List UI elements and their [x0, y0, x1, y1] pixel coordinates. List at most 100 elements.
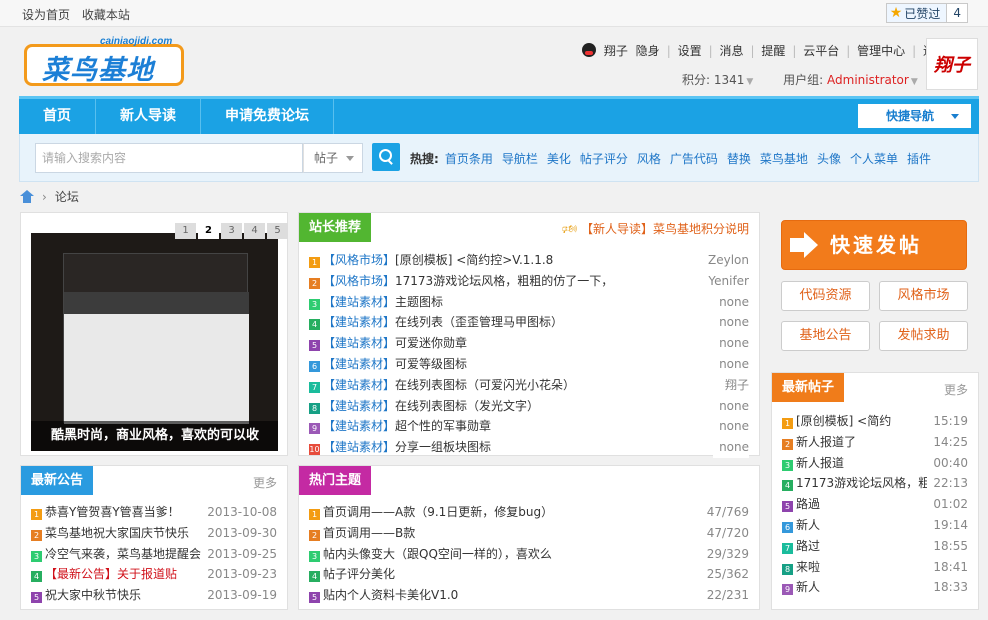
user-group-menu[interactable]: Administrator ▼: [827, 73, 918, 87]
search-button[interactable]: [372, 143, 400, 171]
category-tag[interactable]: 【风格市场】: [323, 253, 395, 267]
more-link[interactable]: 更多: [944, 381, 968, 398]
announcements-button[interactable]: 基地公告: [781, 321, 870, 351]
slide-page-button[interactable]: 5: [267, 223, 288, 239]
item-title[interactable]: 贴内个人资料卡美化V1.0: [323, 588, 458, 602]
slide-page-button[interactable]: 2: [198, 223, 219, 239]
nav-home[interactable]: 首页: [19, 99, 96, 134]
item-title[interactable]: 首页调用——A款（9.1日更新，修复bug）: [323, 505, 553, 519]
slide-page-button[interactable]: 1: [175, 223, 196, 239]
item-title[interactable]: 可爱迷你勋章: [395, 336, 467, 350]
category-tag[interactable]: 【建站素材】: [323, 336, 395, 350]
bookmark-link[interactable]: 收藏本站: [82, 8, 130, 22]
item-title[interactable]: 在线列表图标（发光文字）: [395, 399, 539, 413]
hot-search-link[interactable]: 插件: [907, 152, 931, 166]
list-item[interactable]: 1 [原创模板] <简约 15:19: [782, 411, 968, 432]
list-item[interactable]: 7 【建站素材】在线列表图标（可爱闪光小花朵） 翔子: [309, 374, 749, 396]
item-title[interactable]: 新人: [796, 580, 820, 594]
list-item[interactable]: 8 【建站素材】在线列表图标（发光文字） none: [309, 395, 749, 417]
score-menu[interactable]: 积分: 1341 ▼: [682, 73, 753, 87]
messages-link[interactable]: 消息: [719, 44, 743, 58]
help-post-button[interactable]: 发帖求助: [879, 321, 968, 351]
list-item[interactable]: 2 【风格市场】17173游戏论坛风格，粗粗的仿了一下， Yenifer: [309, 270, 749, 292]
item-title[interactable]: 路過: [796, 497, 820, 511]
like-button[interactable]: ★ 已赞过 4: [885, 3, 968, 23]
site-logo[interactable]: cainiaojidi.com 菜鸟基地: [24, 36, 186, 88]
list-item[interactable]: 1 首页调用——A款（9.1日更新，修复bug） 47/769: [309, 502, 749, 523]
list-item[interactable]: 4 17173游戏论坛风格，粗 22:13: [782, 473, 968, 495]
category-tag[interactable]: 【建站素材】: [323, 295, 395, 309]
list-item[interactable]: 5 祝大家中秋节快乐 2013-09-19: [31, 585, 277, 606]
breadcrumb-current[interactable]: 论坛: [55, 188, 79, 205]
style-market-button[interactable]: 风格市场: [879, 281, 968, 311]
hot-search-link[interactable]: 风格: [637, 152, 661, 166]
item-title[interactable]: 在线列表图标（可爱闪光小花朵）: [395, 378, 575, 392]
notice-link[interactable]: 🕬 【新人导读】菜鸟基地积分说明: [562, 220, 749, 241]
list-item[interactable]: 3 新人报道 00:40: [782, 452, 968, 474]
slide-image[interactable]: 酷黑时尚，商业风格，喜欢的可以收: [31, 233, 278, 451]
list-item[interactable]: 6 新人 19:14: [782, 514, 968, 536]
item-title[interactable]: 祝大家中秋节快乐: [45, 588, 141, 602]
category-tag[interactable]: 【建站素材】: [323, 419, 395, 433]
nav-apply-free-forum[interactable]: 申请免费论坛: [201, 99, 334, 134]
list-item[interactable]: 3 冷空气来袭，菜鸟基地提醒会 2013-09-25: [31, 543, 277, 565]
code-resources-button[interactable]: 代码资源: [781, 281, 870, 311]
list-item[interactable]: 3 帖内头像变大（跟QQ空间一样的），喜欢么 29/329: [309, 543, 749, 565]
item-title[interactable]: [原创模板] <简约控>V.1.1.8: [395, 253, 553, 267]
category-tag[interactable]: 【建站素材】: [323, 315, 395, 329]
item-title[interactable]: 恭喜Y管贺喜Y管喜当爹！: [45, 505, 180, 519]
item-title[interactable]: 【最新公告】关于报道贴: [45, 567, 177, 581]
item-title[interactable]: 冷空气来袭，菜鸟基地提醒会: [45, 547, 201, 561]
item-title[interactable]: 路过: [796, 539, 820, 553]
item-title[interactable]: 可爱等级图标: [395, 357, 467, 371]
search-scope-select[interactable]: 帖子: [303, 143, 363, 173]
admin-center-link[interactable]: 管理中心: [857, 44, 905, 58]
category-tag[interactable]: 【建站素材】: [323, 378, 395, 392]
hot-search-link[interactable]: 广告代码: [670, 152, 718, 166]
nav-newbie-guide[interactable]: 新人导读: [96, 99, 201, 134]
list-item[interactable]: 6 【建站素材】可爱等级图标 none: [309, 353, 749, 375]
hot-search-link[interactable]: 导航栏: [502, 152, 538, 166]
quick-nav-dropdown[interactable]: 快捷导航: [858, 104, 971, 128]
category-tag[interactable]: 【建站素材】: [323, 440, 395, 454]
username-link[interactable]: 翔子: [604, 44, 628, 58]
settings-link[interactable]: 设置: [678, 44, 702, 58]
hot-search-link[interactable]: 替换: [727, 152, 751, 166]
list-item[interactable]: 5 【建站素材】可爱迷你勋章 none: [309, 333, 749, 354]
hot-search-link[interactable]: 帖子评分: [580, 152, 628, 166]
slide-page-button[interactable]: 4: [244, 223, 265, 239]
search-input[interactable]: 请输入搜索内容: [35, 143, 303, 173]
list-item[interactable]: 4 【最新公告】关于报道贴 2013-09-23: [31, 564, 277, 586]
hot-search-link[interactable]: 菜鸟基地: [760, 152, 808, 166]
item-title[interactable]: 新人报道: [796, 456, 844, 470]
list-item[interactable]: 5 贴内个人资料卡美化V1.0 22/231: [309, 585, 749, 606]
hot-search-link[interactable]: 个人菜单: [850, 152, 898, 166]
list-item[interactable]: 9 新人 18:33: [782, 577, 968, 599]
item-title[interactable]: 新人报道了: [796, 435, 856, 449]
list-item[interactable]: 5 路過 01:02: [782, 494, 968, 515]
item-title[interactable]: 17173游戏论坛风格，粗: [796, 476, 930, 490]
avatar[interactable]: 翔子: [926, 38, 978, 90]
category-tag[interactable]: 【建站素材】: [323, 357, 395, 371]
item-title[interactable]: 在线列表（歪歪管理马甲图标）: [395, 315, 563, 329]
list-item[interactable]: 8 来啦 18:41: [782, 556, 968, 578]
reminders-link[interactable]: 提醒: [761, 44, 785, 58]
item-title[interactable]: 首页调用——B款: [323, 526, 415, 540]
list-item[interactable]: 1 恭喜Y管贺喜Y管喜当爹！ 2013-10-08: [31, 502, 277, 523]
fast-post-button[interactable]: 快速发帖: [781, 220, 967, 270]
list-item[interactable]: 10 【建站素材】分享一组板块图标 none: [309, 437, 749, 458]
home-icon[interactable]: [20, 189, 34, 204]
category-tag[interactable]: 【建站素材】: [323, 399, 395, 413]
list-item[interactable]: 2 首页调用——B款 47/720: [309, 522, 749, 544]
invisible-toggle[interactable]: 隐身: [636, 44, 660, 58]
list-item[interactable]: 4 帖子评分美化 25/362: [309, 564, 749, 586]
item-title[interactable]: 帖内头像变大（跟QQ空间一样的），喜欢么: [323, 547, 552, 561]
item-title[interactable]: 主题图标: [395, 295, 443, 309]
list-item[interactable]: 1 【风格市场】[原创模板] <简约控>V.1.1.8 Zeylon: [309, 250, 749, 271]
slide-caption[interactable]: 酷黑时尚，商业风格，喜欢的可以收: [31, 421, 278, 451]
item-title[interactable]: 菜鸟基地祝大家国庆节快乐: [45, 526, 189, 540]
hot-search-link[interactable]: 头像: [817, 152, 841, 166]
item-title[interactable]: 超个性的军事勋章: [395, 419, 491, 433]
item-title[interactable]: 17173游戏论坛风格，粗粗的仿了一下，: [395, 274, 613, 288]
list-item[interactable]: 4 【建站素材】在线列表（歪歪管理马甲图标） none: [309, 312, 749, 334]
